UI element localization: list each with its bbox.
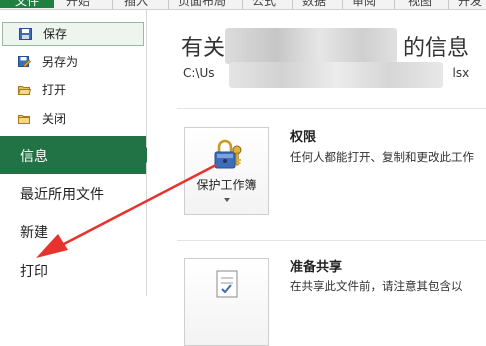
file-path-prefix: C:\Us [183,66,215,80]
tab-home[interactable]: 开始 [66,0,90,8]
open-folder-icon [18,86,31,95]
section-divider [177,108,486,109]
close-button[interactable]: 关闭 [2,108,144,130]
save-icon [19,28,32,40]
protect-workbook-button[interactable]: 保护工作簿 [184,127,269,215]
tab-separator [448,0,449,9]
tab-data[interactable]: 数据 [302,0,326,8]
nav-tab-info-label: 信息 [20,149,48,165]
tab-separator [168,0,169,9]
tab-view[interactable]: 视图 [408,0,432,8]
close-label: 关闭 [42,112,67,126]
prepare-sharing-heading: 准备共享 [290,260,343,275]
info-pane: 有关 的信息 C:\Us lsx 保护工作簿 权限 任何人都能打开、复制和更改此工作 [147,10,486,346]
save-as-label: 另存为 [42,55,79,69]
redacted-path [229,62,443,88]
nav-tab-info[interactable]: 信息 [0,136,153,174]
tab-page-layout[interactable]: 页面布局 [178,0,226,8]
info-title-prefix: 有关 [181,36,226,61]
permissions-description: 任何人都能打开、复制和更改此工作 [290,150,474,164]
nav-tab-print-label: 打印 [20,264,48,280]
tab-separator [112,0,113,9]
tab-insert[interactable]: 插入 [124,0,148,8]
nav-tab-new[interactable]: 新建 [0,216,146,246]
save-as-icon [18,56,31,68]
open-button[interactable]: 打开 [2,79,144,101]
tab-developer[interactable]: 开发 [458,0,482,8]
nav-tab-recent[interactable]: 最近所用文件 [0,178,146,208]
section-divider [177,240,486,241]
tab-separator [292,0,293,9]
ribbon-tab-strip: 文件 开始 插入 页面布局 公式 数据 审阅 视图 开发 [0,0,486,10]
tab-formulas[interactable]: 公式 [252,0,276,8]
permissions-heading: 权限 [290,130,317,145]
tab-review[interactable]: 审阅 [352,0,376,8]
tab-separator [342,0,343,9]
prepare-sharing-description: 在共享此文件前，请注意其包含以 [290,279,463,293]
backstage-nav: 保存 另存为 打开 关闭 信息 最近所用文件 新建 打印 [0,10,153,296]
tab-separator [394,0,395,9]
save-as-button[interactable]: 另存为 [2,51,144,73]
nav-tab-recent-label: 最近所用文件 [20,187,104,203]
redacted-filename [225,28,397,64]
file-path-suffix: lsx [452,66,470,80]
check-issues-button[interactable] [184,258,269,346]
lock-key-icon [214,139,242,169]
nav-tab-print[interactable]: 打印 [0,255,146,285]
nav-tab-new-label: 新建 [20,225,48,241]
dropdown-arrow-icon [224,198,230,202]
save-label: 保存 [43,27,68,41]
open-label: 打开 [42,83,67,97]
save-button[interactable]: 保存 [2,22,144,46]
tab-file[interactable]: 文件 [0,0,54,8]
tab-separator [242,0,243,9]
close-folder-icon [18,115,30,124]
info-title-suffix: 的信息 [403,36,470,61]
protect-workbook-label: 保护工作簿 [196,178,257,192]
checklist-icon [216,270,238,298]
